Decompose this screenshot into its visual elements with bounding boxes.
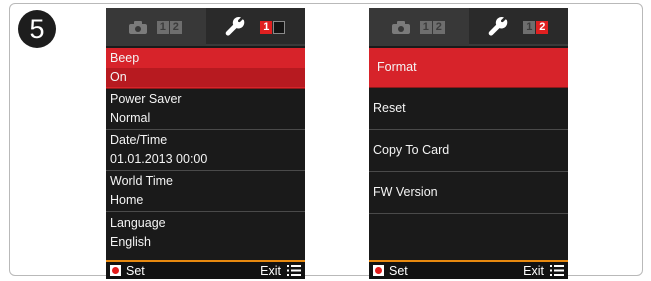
menu-item-value: Normal xyxy=(110,111,151,125)
list-icon[interactable] xyxy=(550,265,564,276)
camera-page-1-indicator: 1 xyxy=(419,20,432,34)
menu-item-label: FW Version xyxy=(373,185,438,199)
menu-item-value: On xyxy=(106,68,305,87)
settings-screen-page-1: 1 2 1 Beep On Power Saver Normal Date/Ti… xyxy=(106,8,305,279)
menu-item-label: Reset xyxy=(373,101,406,115)
camera-icon xyxy=(128,20,147,34)
camera-page-1-indicator: 1 xyxy=(156,20,169,34)
camera-page-2-indicator: 2 xyxy=(432,20,445,34)
menu-item-label: Power Saver xyxy=(110,92,182,106)
wrench-icon xyxy=(488,16,508,36)
menu-item-date-time[interactable]: Date/Time 01.01.2013 00:00 xyxy=(106,130,305,171)
menu-item-label: Format xyxy=(377,60,417,74)
menu-item-value: Home xyxy=(110,193,144,207)
tab-bar: 1 2 1 xyxy=(106,8,305,46)
settings-page-1-indicator: 1 xyxy=(523,20,536,34)
menu-item-label: Language xyxy=(110,215,166,230)
wrench-icon xyxy=(225,16,245,36)
set-label: Set xyxy=(389,263,408,278)
tab-camera[interactable]: 1 2 xyxy=(369,8,469,46)
tab-settings[interactable]: 1 2 xyxy=(468,8,568,46)
menu-item-label: Date/Time xyxy=(110,133,168,147)
menu-item-fw-version[interactable]: FW Version xyxy=(369,172,568,214)
step-number-badge: 5 xyxy=(18,10,56,48)
menu-item-format[interactable]: Format xyxy=(369,48,568,88)
menu-item-world-time[interactable]: World Time Home xyxy=(106,171,305,212)
tab-camera[interactable]: 1 2 xyxy=(106,8,206,46)
record-icon[interactable] xyxy=(373,265,384,276)
menu-item-value: 01.01.2013 00:00 xyxy=(110,152,208,166)
menu-item-language[interactable]: Language English xyxy=(106,212,305,253)
menu-item-copy-to-card[interactable]: Copy To Card xyxy=(369,130,568,172)
settings-menu: Format Reset Copy To Card FW Version xyxy=(369,48,568,214)
set-label: Set xyxy=(126,263,145,278)
menu-item-reset[interactable]: Reset xyxy=(369,88,568,130)
settings-screen-page-2: 1 2 1 2 Format Reset Copy To Card FW Ver… xyxy=(369,8,568,279)
record-icon[interactable] xyxy=(110,265,121,276)
menu-item-label: Copy To Card xyxy=(373,143,450,157)
settings-page-2-indicator: 2 xyxy=(536,20,549,34)
exit-label: Exit xyxy=(260,263,281,278)
menu-item-beep[interactable]: Beep On xyxy=(106,48,305,89)
menu-item-label: Beep xyxy=(110,51,140,65)
bottom-bar: Set Exit xyxy=(369,262,568,279)
menu-item-power-saver[interactable]: Power Saver Normal xyxy=(106,89,305,130)
menu-item-value: English xyxy=(110,234,151,249)
menu-item-label: World Time xyxy=(110,174,173,188)
list-icon[interactable] xyxy=(287,265,301,276)
camera-page-2-indicator: 2 xyxy=(169,20,182,34)
tab-settings[interactable]: 1 xyxy=(205,8,305,46)
tab-bar: 1 2 1 2 xyxy=(369,8,568,46)
exit-label: Exit xyxy=(523,263,544,278)
bottom-bar: Set Exit xyxy=(106,262,305,279)
settings-page-1-indicator: 1 xyxy=(260,20,273,34)
settings-menu: Beep On Power Saver Normal Date/Time 01.… xyxy=(106,48,305,253)
camera-icon xyxy=(391,20,410,34)
settings-page-2-indicator xyxy=(273,20,286,34)
